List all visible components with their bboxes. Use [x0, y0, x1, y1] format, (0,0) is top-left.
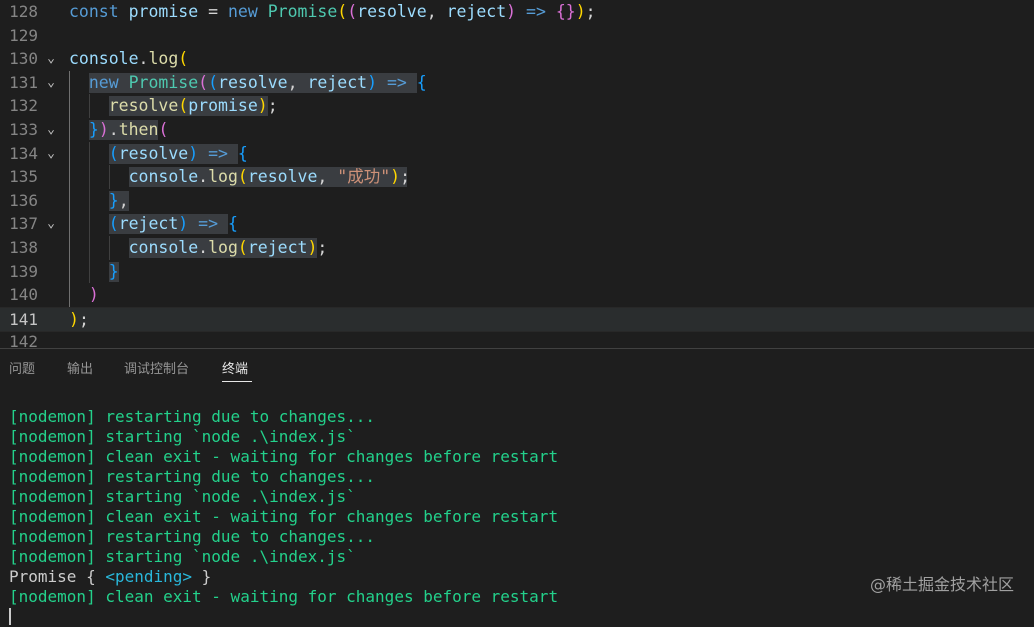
- terminal-line: [nodemon] starting `node .\index.js`: [9, 487, 356, 506]
- panel-tab[interactable]: 终端: [222, 361, 248, 379]
- indent-guide: [88, 94, 90, 118]
- code-line[interactable]: 133 ⌄ }).then(: [0, 118, 1034, 142]
- code-line[interactable]: 128 const promise = new Promise((resolve,…: [0, 0, 1034, 24]
- code-text[interactable]: (resolve) => {: [69, 142, 248, 166]
- code-line[interactable]: 136 },: [0, 189, 1034, 213]
- fold-chevron-icon[interactable]: ⌄: [45, 52, 57, 65]
- fold-chevron-icon[interactable]: ⌄: [45, 147, 57, 160]
- code-line[interactable]: 131 ⌄ new Promise((resolve, reject) => {: [0, 71, 1034, 95]
- panel-tab[interactable]: 调试控制台: [124, 361, 189, 379]
- code-text[interactable]: resolve(promise);: [69, 94, 278, 118]
- line-number: 136: [9, 190, 38, 210]
- code-line[interactable]: 130 ⌄ console.log(: [0, 47, 1034, 71]
- indent-guide: [108, 165, 110, 189]
- line-number: 130: [9, 49, 38, 69]
- fold-chevron-icon[interactable]: ⌄: [45, 123, 57, 136]
- terminal-cursor-line[interactable]: [9, 607, 558, 627]
- code-line[interactable]: 134 ⌄ (resolve) => {: [0, 142, 1034, 166]
- line-number: 142: [9, 332, 38, 348]
- code-line[interactable]: 139 }: [0, 260, 1034, 284]
- line-number: 139: [9, 261, 38, 281]
- code-text[interactable]: console.log(: [69, 47, 188, 71]
- code-line[interactable]: 129: [0, 24, 1034, 48]
- line-number: 131: [9, 72, 38, 92]
- code-text[interactable]: ): [69, 283, 99, 307]
- line-number: 141: [9, 309, 38, 329]
- line-number: 134: [9, 143, 38, 163]
- terminal-cursor: [9, 608, 11, 625]
- code-line[interactable]: 137 ⌄ (reject) => {: [0, 212, 1034, 236]
- line-number: 132: [9, 96, 38, 116]
- active-tab-indicator: [222, 381, 252, 382]
- code-editor[interactable]: 128 const promise = new Promise((resolve,…: [0, 0, 1034, 348]
- terminal-line: [nodemon] restarting due to changes...: [9, 467, 376, 486]
- code-text[interactable]: },: [69, 189, 129, 213]
- code-text[interactable]: const promise = new Promise((resolve, re…: [69, 0, 596, 24]
- code-text[interactable]: (reject) => {: [69, 212, 238, 236]
- code-line[interactable]: 135 console.log(resolve, "成功");: [0, 165, 1034, 189]
- code-text[interactable]: }: [69, 260, 119, 284]
- indent-guide: [108, 236, 110, 260]
- line-number: 128: [9, 2, 38, 21]
- code-text[interactable]: console.log(resolve, "成功");: [69, 165, 410, 189]
- bottom-panel: 问题 输出 调试控制台 终端 [nodemon] restarting due to …: [0, 348, 1034, 625]
- terminal-line: [nodemon] starting `node .\index.js`: [9, 427, 356, 446]
- code-line[interactable]: 138 console.log(reject);: [0, 236, 1034, 260]
- terminal-line: [nodemon] restarting due to changes...: [9, 407, 376, 426]
- terminal-line: [nodemon] starting `node .\index.js`: [9, 547, 356, 566]
- code-line[interactable]: 140 ): [0, 283, 1034, 307]
- terminal-line: [nodemon] clean exit - waiting for chang…: [9, 447, 559, 466]
- panel-tabs: 问题 输出 调试控制台 终端: [0, 349, 1034, 389]
- indent-guide: [88, 141, 90, 284]
- line-number: 133: [9, 120, 38, 139]
- code-line[interactable]: 142: [0, 330, 1034, 348]
- panel-tab[interactable]: 问题: [9, 361, 35, 379]
- watermark: @稀土掘金技术社区: [869, 575, 1014, 594]
- code-text[interactable]: new Promise((resolve, reject) => {: [69, 71, 427, 95]
- terminal-line: [nodemon] clean exit - waiting for chang…: [9, 587, 559, 606]
- fold-chevron-icon[interactable]: ⌄: [45, 217, 57, 230]
- terminal-line: [nodemon] clean exit - waiting for chang…: [9, 507, 559, 526]
- line-number: 137: [9, 214, 38, 234]
- line-number: 135: [9, 167, 38, 187]
- terminal-line: Promise { <pending> }: [9, 567, 212, 586]
- panel-tab[interactable]: 输出: [67, 361, 93, 379]
- code-text[interactable]: );: [69, 308, 89, 332]
- terminal-output[interactable]: [nodemon] restarting due to changes... [n…: [9, 407, 558, 627]
- line-number: 138: [9, 238, 38, 257]
- line-number: 140: [9, 285, 38, 305]
- code-line[interactable]: 141);: [0, 306, 1034, 333]
- code-line[interactable]: 132 resolve(promise);: [0, 94, 1034, 118]
- indent-guide: [69, 70, 70, 307]
- code-text[interactable]: }).then(: [69, 118, 169, 142]
- terminal-line: [nodemon] restarting due to changes...: [9, 527, 376, 546]
- fold-chevron-icon[interactable]: ⌄: [45, 76, 57, 89]
- line-number: 129: [9, 25, 38, 45]
